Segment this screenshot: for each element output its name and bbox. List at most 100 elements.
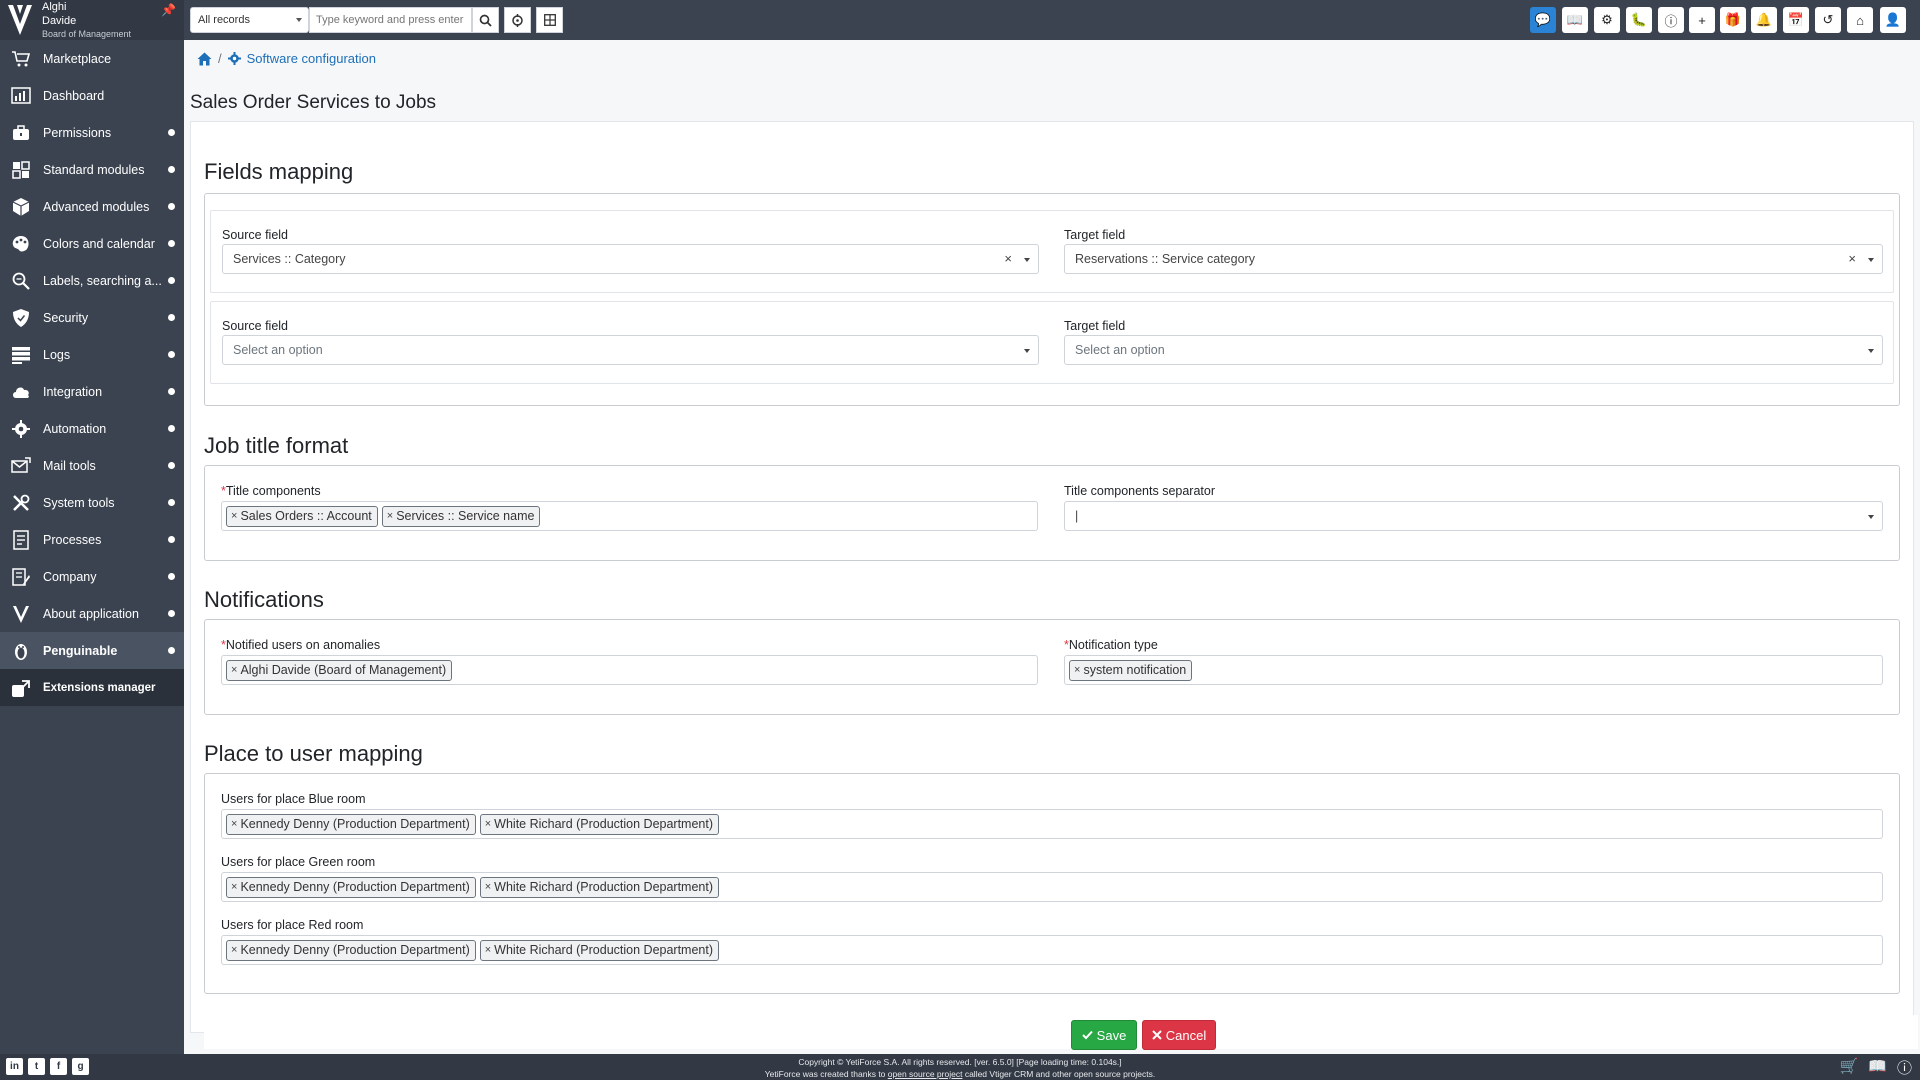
chat-button[interactable]: 💬 <box>1530 7 1556 33</box>
sidebar-item-extensions-manager[interactable]: Extensions manager <box>0 669 184 706</box>
yetiforce-icon <box>8 604 34 624</box>
user-last-name: Davide <box>42 15 77 27</box>
notification-type-label: *Notification type <box>1064 638 1158 652</box>
selected-tag: × Kennedy Denny (Production Department) <box>226 876 476 898</box>
clear-icon[interactable]: × <box>1004 251 1012 266</box>
expand-dot-icon <box>168 388 175 395</box>
sidebar-item-mail-tools[interactable]: Mail tools <box>0 447 184 484</box>
linkedin-icon[interactable]: in <box>6 1058 23 1075</box>
facebook-icon[interactable]: f <box>50 1058 67 1075</box>
twitter-icon[interactable]: t <box>28 1058 45 1075</box>
sidebar-item-logs[interactable]: Logs <box>0 336 184 373</box>
calendar-icon: 📅 <box>1787 12 1805 27</box>
breadcrumb-current[interactable]: Software configuration <box>247 51 376 66</box>
notification-type-input[interactable]: × system notification <box>1064 655 1883 685</box>
sidebar-item-dashboard[interactable]: Dashboard <box>0 77 184 114</box>
sidebar-item-marketplace[interactable]: Marketplace <box>0 40 184 77</box>
sidebar-item-integration[interactable]: Integration <box>0 373 184 410</box>
source-field-select[interactable]: Select an option <box>222 335 1039 365</box>
user-menu-button[interactable]: 👤 <box>1880 7 1906 33</box>
open-source-link[interactable]: open source project <box>888 1069 963 1079</box>
target-field-select[interactable]: Select an option <box>1064 335 1883 365</box>
plus-button[interactable]: + <box>1689 7 1715 33</box>
help-circle-button[interactable]: ⚙ <box>1594 7 1620 33</box>
sidebar-item-labels-searching-a[interactable]: Labels, searching a... <box>0 262 184 299</box>
remove-tag-icon[interactable]: × <box>231 944 237 956</box>
book-button[interactable]: 📖 <box>1562 7 1588 33</box>
chevron-down-icon <box>1024 349 1030 353</box>
tag-label: Sales Orders :: Account <box>240 509 372 523</box>
sidebar-item-advanced-modules[interactable]: Advanced modules <box>0 188 184 225</box>
clear-icon[interactable]: × <box>1848 251 1856 266</box>
expand-dot-icon <box>168 351 175 358</box>
sidebar-item-automation[interactable]: Automation <box>0 410 184 447</box>
remove-tag-icon[interactable]: × <box>485 944 491 956</box>
sidebar-item-label: Labels, searching a... <box>43 273 162 288</box>
company-icon <box>8 567 34 587</box>
check-icon <box>1081 1030 1093 1040</box>
info-button[interactable]: ⓘ <box>1658 7 1684 33</box>
pin-icon[interactable]: 📌 <box>161 3 176 17</box>
place-mapping-box: Users for place Blue room × Kennedy Denny … <box>204 773 1900 994</box>
remove-tag-icon[interactable]: × <box>485 818 491 830</box>
user-block[interactable]: Alghi Davide Board of Management 📌 <box>0 0 184 40</box>
tag-label: White Richard (Production Department) <box>494 943 714 957</box>
source-field-select[interactable]: Services :: Category × <box>222 244 1039 274</box>
target-field-placeholder: Select an option <box>1075 343 1165 357</box>
bell-button[interactable]: 🔔 <box>1751 7 1777 33</box>
remove-tag-icon[interactable]: × <box>231 881 237 893</box>
selected-tag: × system notification <box>1069 659 1193 681</box>
grid-search-button[interactable] <box>536 7 563 33</box>
place-users-input[interactable]: × Kennedy Denny (Production Department) × W… <box>221 935 1883 965</box>
sidebar-item-security[interactable]: Security <box>0 299 184 336</box>
title-components-input[interactable]: × Sales Orders :: Account × Services :: Ser… <box>221 501 1038 531</box>
home-lock-button[interactable]: ⌂ <box>1847 7 1873 33</box>
info-icon[interactable]: ⓘ <box>1897 1057 1912 1078</box>
sidebar-item-standard-modules[interactable]: Standard modules <box>0 151 184 188</box>
remove-tag-icon[interactable]: × <box>231 818 237 830</box>
sidebar-item-label: Colors and calendar <box>43 236 155 251</box>
home-icon[interactable] <box>197 52 212 66</box>
notified-users-input[interactable]: × Alghi Davide (Board of Management) <box>221 655 1038 685</box>
gear-icon <box>227 52 241 65</box>
place-users-input[interactable]: × Kennedy Denny (Production Department) × W… <box>221 872 1883 902</box>
history-button[interactable]: ↺ <box>1815 7 1841 33</box>
book-icon[interactable]: 📖 <box>1868 1057 1887 1078</box>
separator-select[interactable]: | <box>1064 501 1883 531</box>
sidebar-item-colors-and-calendar[interactable]: Colors and calendar <box>0 225 184 262</box>
expand-dot-icon <box>168 240 175 247</box>
mapping-row: Source field Services :: Category × Targ… <box>210 210 1894 293</box>
search-input[interactable] <box>309 7 472 33</box>
target-field-select[interactable]: Reservations :: Service category × <box>1064 244 1883 274</box>
remove-tag-icon[interactable]: × <box>231 664 237 676</box>
sidebar-item-company[interactable]: Company <box>0 558 184 595</box>
bug-button[interactable]: 🐛 <box>1626 7 1652 33</box>
tools-icon <box>8 493 34 513</box>
remove-tag-icon[interactable]: × <box>387 510 393 522</box>
cancel-button[interactable]: Cancel <box>1142 1020 1216 1050</box>
search-icon <box>479 14 492 27</box>
user-menu-icon: 👤 <box>1884 12 1902 27</box>
tag-label: White Richard (Production Department) <box>494 880 714 894</box>
search-button[interactable] <box>472 7 499 33</box>
sidebar-item-processes[interactable]: Processes <box>0 521 184 558</box>
github-icon[interactable]: g <box>72 1058 89 1075</box>
dashboard-icon <box>8 86 34 106</box>
sidebar-item-penguinable[interactable]: Penguinable <box>0 632 184 669</box>
sidebar-item-label: Processes <box>43 532 102 547</box>
advanced-search-button[interactable] <box>504 7 531 33</box>
remove-tag-icon[interactable]: × <box>485 881 491 893</box>
sidebar-item-system-tools[interactable]: System tools <box>0 484 184 521</box>
calendar-button[interactable]: 📅 <box>1783 7 1809 33</box>
remove-tag-icon[interactable]: × <box>231 510 237 522</box>
records-select[interactable]: All records <box>190 7 309 33</box>
gift-button[interactable]: 🎁 <box>1720 7 1746 33</box>
cart-icon[interactable]: 🛒 <box>1840 1057 1859 1078</box>
sidebar-item-about-application[interactable]: About application <box>0 595 184 632</box>
save-button[interactable]: Save <box>1071 1020 1137 1050</box>
place-users-input[interactable]: × Kennedy Denny (Production Department) × W… <box>221 809 1883 839</box>
notification-type-label-text: Notification type <box>1068 638 1158 652</box>
sidebar-item-permissions[interactable]: Permissions <box>0 114 184 151</box>
selected-tag: × Alghi Davide (Board of Management) <box>226 659 453 681</box>
remove-tag-icon[interactable]: × <box>1074 664 1080 676</box>
